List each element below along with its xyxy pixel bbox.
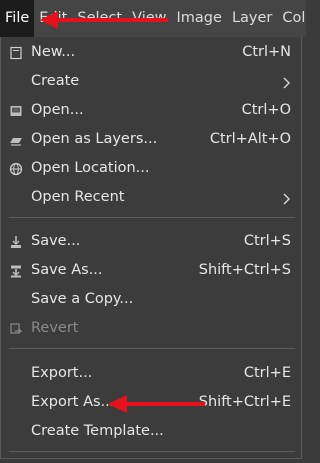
globe-icon <box>9 162 23 176</box>
save-as-icon <box>11 265 21 278</box>
menu-view[interactable]: View <box>127 0 171 37</box>
menu-item-open-recent[interactable]: Open Recent <box>1 184 301 213</box>
menu-item-label: Revert <box>31 320 79 336</box>
chevron-right-icon <box>283 77 290 89</box>
new-image-icon <box>10 46 22 60</box>
menu-item-shortcut: Ctrl+S <box>243 233 291 249</box>
menu-item-label: New... <box>31 44 76 60</box>
menu-item-shortcut: Shift+Ctrl+S <box>198 262 291 278</box>
menu-image[interactable]: Image <box>172 0 227 37</box>
menu-item-open-location[interactable]: Open Location... <box>1 155 301 184</box>
menu-item-revert: Revert <box>1 315 301 344</box>
menu-separator <box>9 217 295 218</box>
menu-item-label: Open Recent <box>31 189 125 205</box>
menu-item-export-as[interactable]: Export As... Shift+Ctrl+E <box>1 389 301 418</box>
menu-edit[interactable]: Edit <box>34 0 72 37</box>
revert-icon <box>10 323 23 334</box>
menu-item-shortcut: Ctrl+Alt+O <box>209 131 291 147</box>
file-menu: New... Ctrl+N Create Open... Ctrl+O Open… <box>0 37 302 459</box>
menu-item-save-a-copy[interactable]: Save a Copy... <box>1 286 301 315</box>
menu-item-label: Export... <box>31 365 93 381</box>
menu-item-open-as-layers[interactable]: Open as Layers... Ctrl+Alt+O <box>1 126 301 155</box>
menu-item-label: Save a Copy... <box>31 291 134 307</box>
menu-item-save[interactable]: Save... Ctrl+S <box>1 228 301 257</box>
menu-item-shortcut: Ctrl+O <box>241 102 291 118</box>
menu-item-label: Create Template... <box>31 423 164 439</box>
menu-item-label: Create <box>31 73 80 89</box>
menubar: File Edit Select View Image Layer Colo <box>0 0 306 37</box>
menu-item-label: Save... <box>31 233 81 249</box>
menu-item-open[interactable]: Open... Ctrl+O <box>1 97 301 126</box>
menu-separator <box>9 348 295 349</box>
open-image-icon <box>10 106 22 116</box>
menu-item-label: Export As... <box>31 394 115 410</box>
save-icon <box>11 236 21 248</box>
chevron-right-icon <box>283 193 290 205</box>
menu-item-create[interactable]: Create <box>1 68 301 97</box>
menu-select[interactable]: Select <box>72 0 127 37</box>
menu-item-label: Open... <box>31 102 84 118</box>
menu-item-save-as[interactable]: Save As... Shift+Ctrl+S <box>1 257 301 286</box>
menu-separator <box>9 451 295 452</box>
menu-item-shortcut: Ctrl+E <box>243 365 291 381</box>
menu-item-label: Open Location... <box>31 160 150 176</box>
menu-item-new[interactable]: New... Ctrl+N <box>1 39 301 68</box>
menu-item-label: Open as Layers... <box>31 131 158 147</box>
menu-colors[interactable]: Colo <box>277 0 306 37</box>
menu-item-shortcut: Ctrl+N <box>242 44 291 60</box>
menu-item-create-template[interactable]: Create Template... <box>1 418 301 447</box>
menu-layer[interactable]: Layer <box>227 0 277 37</box>
open-layers-icon <box>10 138 22 146</box>
menu-file[interactable]: File <box>0 0 35 37</box>
menu-item-shortcut: Shift+Ctrl+E <box>198 394 291 410</box>
menu-item-label: Save As... <box>31 262 103 278</box>
menu-item-export[interactable]: Export... Ctrl+E <box>1 360 301 389</box>
